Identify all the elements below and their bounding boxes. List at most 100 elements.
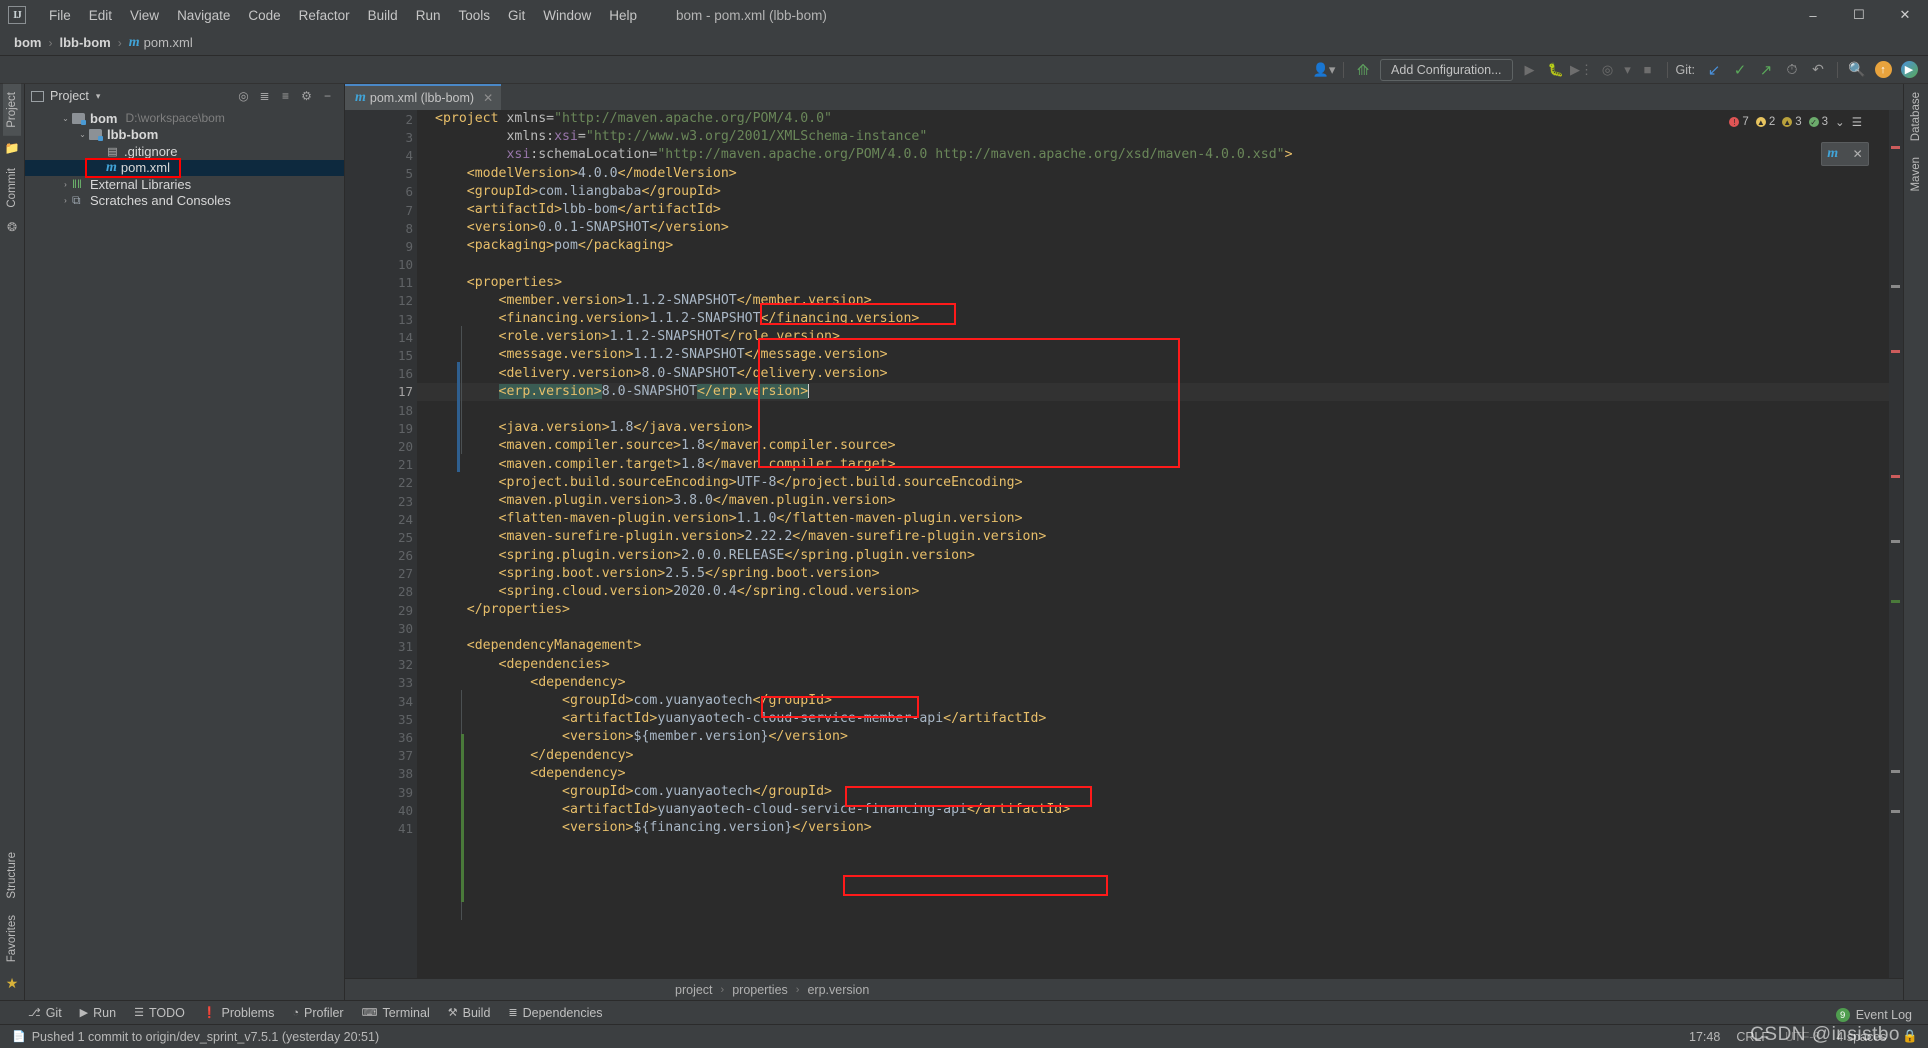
gutter-line-number[interactable]: 10 (345, 256, 417, 274)
menu-view[interactable]: View (121, 5, 168, 26)
gutter-line-number[interactable]: 37 (345, 747, 417, 765)
code-line[interactable] (417, 256, 1889, 274)
maximize-button[interactable]: ☐ (1836, 0, 1882, 30)
sidebar-tab-database[interactable]: Database (1907, 84, 1925, 149)
ide-update-icon[interactable]: ↑ (1871, 59, 1895, 81)
profile-dropdown-icon[interactable]: ▾ (1622, 59, 1634, 81)
gutter-line-number[interactable]: 40 (345, 801, 417, 819)
change-marker[interactable] (1891, 540, 1900, 543)
code-line[interactable]: <maven.plugin.version>3.8.0</maven.plugi… (417, 492, 1889, 510)
menu-navigate[interactable]: Navigate (168, 5, 239, 26)
breadcrumb-element-erp-version[interactable]: erp.version (807, 983, 869, 997)
code-editor[interactable]: <project xmlns="http://maven.apache.org/… (417, 110, 1889, 978)
commit-node-icon[interactable]: ❂ (7, 215, 17, 239)
gutter-line-number[interactable]: 24 (345, 510, 417, 528)
gutter-line-number[interactable]: 4 (345, 146, 417, 164)
sidebar-tab-maven[interactable]: Maven (1907, 149, 1925, 200)
gutter-line-number[interactable]: 26 (345, 547, 417, 565)
run-icon[interactable]: ▶ (1518, 59, 1542, 81)
stop-icon[interactable]: ■ (1636, 59, 1660, 81)
hide-panel-icon[interactable]: − (317, 86, 338, 106)
code-line[interactable]: </dependency> (417, 747, 1889, 765)
close-icon[interactable]: ✕ (483, 91, 493, 105)
tool-window-dependencies[interactable]: ≣ Dependencies (508, 1006, 602, 1020)
code-line[interactable]: <modelVersion>4.0.0</modelVersion> (417, 165, 1889, 183)
code-line[interactable]: xmlns:xsi="http://www.w3.org/2001/XMLSch… (417, 128, 1889, 146)
code-line[interactable]: <artifactId>lbb-bom</artifactId> (417, 201, 1889, 219)
tree-item-external-libraries[interactable]: › ‖‖ External Libraries (25, 176, 344, 193)
collapse-all-icon[interactable]: ≡ (275, 86, 296, 106)
rollback-icon[interactable]: ↶ (1806, 59, 1830, 81)
code-line[interactable]: <message.version>1.1.2-SNAPSHOT</message… (417, 346, 1889, 364)
profile-icon[interactable]: ◎ (1596, 59, 1620, 81)
code-line[interactable] (417, 401, 1889, 419)
breadcrumb-element-project[interactable]: project (675, 983, 713, 997)
sidebar-tab-structure[interactable]: Structure (3, 844, 21, 907)
menu-refactor[interactable]: Refactor (290, 5, 359, 26)
file-encoding[interactable]: UTF-8 (1785, 1030, 1820, 1044)
gutter-line-number[interactable]: 36 (345, 728, 417, 746)
build-hammer-icon[interactable]: ⟰ (1351, 59, 1375, 81)
code-line[interactable]: </properties> (417, 601, 1889, 619)
code-line[interactable]: xsi:schemaLocation="http://maven.apache.… (417, 146, 1889, 164)
code-line[interactable]: <maven-surefire-plugin.version>2.22.2</m… (417, 528, 1889, 546)
menu-edit[interactable]: Edit (80, 5, 121, 26)
gutter-line-number[interactable]: 41 (345, 819, 417, 837)
sidebar-tab-commit[interactable]: Commit (3, 160, 21, 216)
code-line[interactable]: <properties> (417, 274, 1889, 292)
menu-git[interactable]: Git (499, 5, 534, 26)
gutter-line-number[interactable]: 19 (345, 419, 417, 437)
gutter-line-number[interactable]: 7 (345, 201, 417, 219)
breadcrumb-project[interactable]: bom (14, 35, 41, 50)
locate-icon[interactable]: ◎ (233, 86, 254, 106)
error-marker[interactable] (1891, 475, 1900, 478)
chevron-down-icon[interactable]: ⌄ (59, 114, 72, 123)
tree-item-bom[interactable]: ⌄ bom D:\workspace\bom (25, 110, 344, 127)
tree-item-pom-xml[interactable]: m pom.xml (25, 157, 344, 178)
gutter-line-number[interactable]: 22 (345, 474, 417, 492)
close-button[interactable]: ✕ (1882, 0, 1928, 30)
gutter-line-number[interactable]: 29 (345, 601, 417, 619)
code-line[interactable]: <dependencyManagement> (417, 637, 1889, 655)
gutter-line-number[interactable]: 20 (345, 437, 417, 455)
code-line[interactable]: <financing.version>1.1.2-SNAPSHOT</finan… (417, 310, 1889, 328)
gutter-line-number[interactable]: 30 (345, 619, 417, 637)
change-marker[interactable] (1891, 600, 1900, 603)
gutter-line-number[interactable]: 13 (345, 310, 417, 328)
gutter-line-number[interactable]: 8 (345, 219, 417, 237)
code-line[interactable]: <packaging>pom</packaging> (417, 237, 1889, 255)
tool-window-problems[interactable]: ❗ Problems (203, 1006, 275, 1020)
search-everywhere-icon[interactable]: 🔍 (1845, 59, 1869, 81)
gutter-line-number[interactable]: 5 (345, 165, 417, 183)
gutter-line-number[interactable]: 11 (345, 274, 417, 292)
chevron-right-icon[interactable]: › (59, 196, 72, 205)
event-log-button[interactable]: 9 Event Log (1835, 1008, 1912, 1022)
breadcrumb-module[interactable]: lbb-bom (59, 35, 110, 50)
gutter-line-number[interactable]: 12 (345, 292, 417, 310)
run-coverage-icon[interactable]: ▶⋮ (1570, 59, 1594, 81)
chevron-down-icon[interactable]: ⌄ (76, 130, 89, 139)
plugin-icon[interactable]: ▶ (1897, 59, 1921, 81)
git-commit-icon[interactable]: ✓ (1728, 59, 1752, 81)
code-line[interactable]: <groupId>com.yuanyaotech</groupId> (417, 692, 1889, 710)
gutter-line-number[interactable]: 2 (345, 110, 417, 128)
editor-marker-bar[interactable] (1889, 110, 1903, 978)
menu-help[interactable]: Help (600, 5, 646, 26)
gutter-line-number[interactable]: 28 (345, 583, 417, 601)
gutter-line-number[interactable]: 14 (345, 328, 417, 346)
tree-item-gitignore[interactable]: ▤ .gitignore (25, 143, 344, 160)
code-line[interactable]: <flatten-maven-plugin.version>1.1.0</fla… (417, 510, 1889, 528)
error-marker[interactable] (1891, 146, 1900, 149)
editor-tab-pom-xml[interactable]: m pom.xml (lbb-bom) ✕ (345, 84, 502, 110)
gutter-line-number[interactable]: 3 (345, 128, 417, 146)
gutter-line-number[interactable]: 16 (345, 365, 417, 383)
change-marker[interactable] (1891, 770, 1900, 773)
error-marker[interactable] (1891, 350, 1900, 353)
gutter-line-number[interactable]: 9 (345, 237, 417, 255)
code-line[interactable]: <project xmlns="http://maven.apache.org/… (417, 110, 1889, 128)
minimize-button[interactable]: – (1790, 0, 1836, 30)
gutter-line-number[interactable]: 17 (345, 383, 417, 401)
user-dropdown-icon[interactable]: 👤▾ (1312, 59, 1336, 81)
gutter-line-number[interactable]: 34 (345, 692, 417, 710)
tool-window-profiler[interactable]: ◔ Profiler (292, 1006, 343, 1020)
